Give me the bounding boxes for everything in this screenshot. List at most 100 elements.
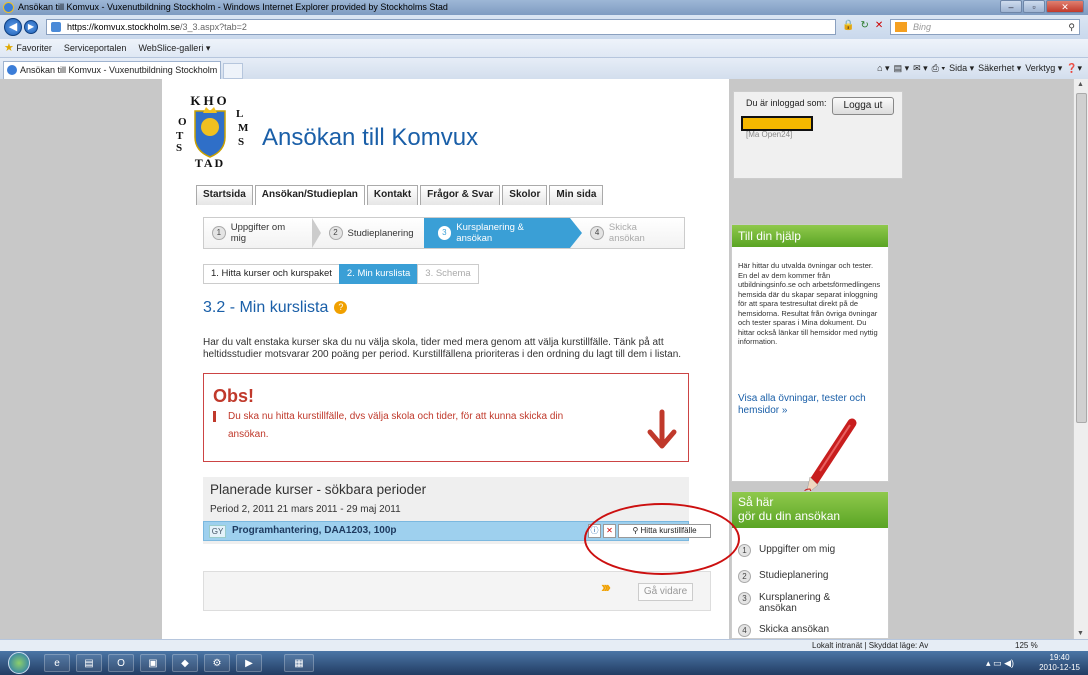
command-bar: ⌂ ▾ ▤ ▾ ✉ ▾ ⎙ ▾ Sida ▾ Säkerhet ▾ Verkty… (877, 61, 1082, 76)
info-icon[interactable]: ⓘ (588, 524, 601, 538)
scroll-thumb[interactable] (1076, 93, 1087, 423)
obs-text: Du ska nu hitta kurstillfälle, dvs välja… (228, 411, 564, 440)
nav-tab-kontakt[interactable]: Kontakt (366, 185, 419, 205)
step-1[interactable]: 1 Uppgifter om mig (204, 218, 312, 248)
forward-button[interactable]: ▶ (24, 20, 38, 34)
nav-tab-min-sida[interactable]: Min sida (549, 185, 604, 205)
ie-icon (3, 2, 14, 13)
login-box: Du är inloggad som: Logga ut [Ma Open24] (733, 91, 903, 179)
help-text: Här hittar du utvalda övningar och teste… (738, 261, 881, 346)
subtab-min-kurslista[interactable]: 2. Min kurslista (338, 264, 419, 284)
stop-icon[interactable]: ✕ (875, 20, 883, 31)
back-button[interactable]: ◀ (4, 18, 22, 36)
start-button[interactable] (8, 652, 30, 674)
vertical-scrollbar[interactable]: ▲ ▼ (1073, 79, 1088, 639)
howto-item-4[interactable]: 4 Skicka ansökan (738, 624, 829, 637)
security-zone: Lokalt intranät | Skyddat läge: Av (812, 641, 929, 650)
tray-icons[interactable]: ▴ ▭ ◀) (986, 658, 1014, 669)
step-4: 4 Skicka ansökan (570, 218, 684, 248)
help-panel: Till din hjälp Här hittar du utvalda övn… (731, 224, 889, 496)
obs-notice: Obs! Du ska nu hitta kurstillfälle, dvs … (203, 373, 689, 462)
taskbar-ie-icon[interactable]: e (44, 654, 70, 672)
scroll-down-icon[interactable]: ▼ (1077, 630, 1084, 637)
refresh-icon[interactable]: ↻ (860, 20, 868, 31)
help-icon[interactable]: ? (334, 301, 348, 314)
ie-icon (7, 65, 17, 75)
clock[interactable]: 19:40 2010-12-15 (1039, 653, 1080, 673)
login-user-sub: [Ma Open24] (746, 130, 793, 139)
feeds-icon[interactable]: ▤ ▾ (894, 61, 910, 76)
remove-icon[interactable]: ✕ (603, 524, 616, 538)
svg-text:S: S (176, 142, 182, 154)
close-button[interactable]: ✕ (1046, 0, 1084, 13)
nav-tab-ansokan[interactable]: Ansökan/Studieplan (254, 185, 365, 205)
step-progress: 1 Uppgifter om mig 2 Studieplanering 3 K… (203, 217, 685, 249)
nav-tab-skolor[interactable]: Skolor (502, 185, 548, 205)
howto-item-3[interactable]: 3 Kursplanering & ansökan (738, 592, 848, 614)
home-icon[interactable]: ⌂ ▾ (877, 61, 889, 76)
howto-item-2[interactable]: 2 Studieplanering (738, 570, 829, 583)
fav-item-webslice[interactable]: WebSlice-galleri ▾ (138, 39, 210, 58)
help-icon[interactable]: ❓▾ (1066, 61, 1082, 76)
nav-tab-fragor[interactable]: Frågor & Svar (420, 185, 501, 205)
howto-title: Så här gör du din ansökan (732, 492, 888, 528)
lock-icon[interactable]: 🔒 (842, 20, 854, 31)
find-course-occasion-button[interactable]: ⚲ Hitta kurstillfälle (618, 524, 711, 538)
step-number: 2 (328, 226, 343, 240)
course-row[interactable]: GY Programhantering, DAA1203, 100p ⓘ ✕ ⚲… (203, 521, 711, 541)
print-icon[interactable]: ⎙ ▾ (932, 61, 945, 76)
sub-tabs: 1. Hitta kurser och kurspaket 2. Min kur… (203, 264, 479, 284)
minimize-button[interactable]: – (1000, 0, 1022, 13)
step-number: 4 (590, 226, 604, 240)
window-title: Ansökan till Komvux - Vuxenutbildning St… (18, 2, 448, 12)
maximize-button[interactable]: ▫ (1023, 0, 1045, 13)
down-arrow-icon (647, 409, 677, 449)
star-icon: ★ (4, 41, 14, 54)
search-icon: ⚲ (632, 526, 639, 535)
favorites-button[interactable]: ★ Favoriter (4, 39, 52, 58)
planned-courses-title: Planerade kurser - sökbara perioder (210, 482, 427, 497)
step-3[interactable]: 3 Kursplanering & ansökan (423, 218, 582, 248)
new-tab-button[interactable] (223, 63, 243, 79)
nav-tab-startsida[interactable]: Startsida (196, 185, 253, 205)
continue-button[interactable]: Gå vidare (638, 583, 693, 601)
logout-button[interactable]: Logga ut (832, 97, 894, 115)
howto-item-1[interactable]: 1 Uppgifter om mig (738, 544, 835, 557)
search-field[interactable]: Bing ⚲ (890, 19, 1080, 35)
svg-text:M: M (238, 122, 249, 134)
continue-bar: ››› Gå vidare (203, 571, 711, 611)
browser-window: Ansökan till Komvux - Vuxenutbildning St… (0, 0, 1088, 675)
mail-icon[interactable]: ✉ ▾ (913, 61, 928, 76)
step-number: 1 (212, 226, 226, 240)
howto-panel: Så här gör du din ansökan 1 Uppgifter om … (731, 491, 889, 639)
taskbar: e ▤ O ▣ ◆ ⚙ ▶ ▦ ▴ ▭ ◀) 19:40 2010-12-15 (0, 651, 1088, 675)
cmd-safety[interactable]: Säkerhet ▾ (978, 61, 1021, 76)
cmd-page[interactable]: Sida ▾ (949, 61, 974, 76)
help-link[interactable]: Visa alla övningar, tester och hemsidor … (738, 393, 884, 417)
taskbar-media-icon[interactable]: ▶ (236, 654, 262, 672)
status-bar: Lokalt intranät | Skyddat läge: Av 125 % (0, 639, 1088, 651)
page-wrapper: KHO O T S L M S TAD Ansökan till Komvux … (162, 79, 729, 639)
url-field[interactable]: https://komvux.stockholm.se/3_3.aspx?tab… (46, 19, 836, 35)
scroll-up-icon[interactable]: ▲ (1077, 81, 1084, 88)
step-separator (311, 218, 321, 248)
taskbar-network-icon[interactable]: ⚙ (204, 654, 230, 672)
obs-marker (213, 411, 216, 422)
subtab-hitta-kurser[interactable]: 1. Hitta kurser och kurspaket (203, 264, 340, 284)
taskbar-active-app-icon[interactable]: ▦ (284, 654, 314, 672)
step-2[interactable]: 2 Studieplanering (321, 218, 424, 248)
browser-tab[interactable]: Ansökan till Komvux - Vuxenutbildning St… (3, 61, 221, 79)
tab-bar: Ansökan till Komvux - Vuxenutbildning St… (0, 58, 1088, 79)
taskbar-app-icon[interactable]: ▣ (140, 654, 166, 672)
cmd-tools[interactable]: Verktyg ▾ (1025, 61, 1062, 76)
window-title-bar: Ansökan till Komvux - Vuxenutbildning St… (0, 0, 1088, 15)
taskbar-explorer-icon[interactable]: ▤ (76, 654, 102, 672)
svg-text:L: L (236, 108, 243, 120)
fav-item-serviceportalen[interactable]: Serviceportalen (64, 39, 127, 58)
obs-title: Obs! (213, 386, 255, 406)
zoom-level[interactable]: 125 % (1015, 640, 1038, 651)
content-area: 1 Uppgifter om mig 2 Studieplanering 3 K… (178, 206, 723, 639)
taskbar-chart-icon[interactable]: ◆ (172, 654, 198, 672)
taskbar-outlook-icon[interactable]: O (108, 654, 134, 672)
search-icon[interactable]: ⚲ (1068, 20, 1075, 34)
